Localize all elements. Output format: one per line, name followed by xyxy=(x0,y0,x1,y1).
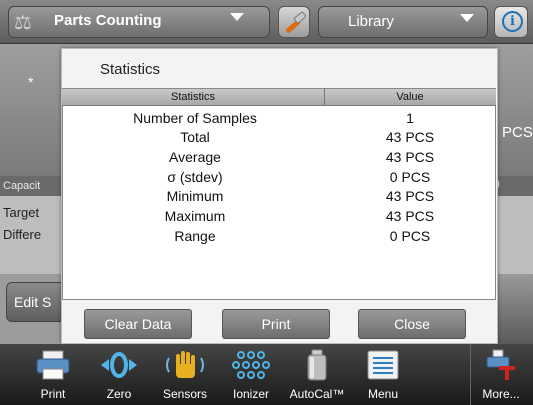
capacity-label: Capacit xyxy=(3,180,41,192)
close-button[interactable]: Close xyxy=(358,309,466,339)
row-value: 0 PCS xyxy=(389,228,431,244)
column-header-value: Value xyxy=(396,91,424,103)
ionizer-icon xyxy=(218,348,284,382)
edit-label: Edit S xyxy=(14,294,52,310)
sensors-toolbar-button[interactable]: Sensors xyxy=(152,344,218,405)
wrench-icon[interactable] xyxy=(278,6,310,38)
row-value: 0 PCS xyxy=(389,169,431,185)
row-value: 43 PCS xyxy=(385,149,435,165)
chevron-down-icon xyxy=(230,13,244,21)
menu-toolbar-button[interactable]: Menu xyxy=(350,344,416,405)
row-value: 43 PCS xyxy=(385,129,435,145)
column-header-statistics: Statistics xyxy=(170,91,215,103)
unit-label: PCS xyxy=(502,124,533,141)
parts-counting-icon: ⚖ xyxy=(14,12,32,34)
row-name: Average xyxy=(169,149,221,165)
print-toolbar-button[interactable]: Print xyxy=(20,344,86,405)
toolbar-label: Menu xyxy=(367,387,399,401)
hand-sensor-icon xyxy=(152,348,218,382)
info-icon: i xyxy=(502,11,523,32)
print-button[interactable]: Print xyxy=(222,309,330,339)
row-value: 43 PCS xyxy=(385,188,435,204)
stability-indicator: * xyxy=(28,74,34,90)
row-value: 1 xyxy=(406,110,414,126)
difference-label: Differe xyxy=(3,227,42,242)
row-name: Range xyxy=(174,228,216,244)
toolbar-label: Zero xyxy=(106,387,132,401)
toolbar-label: More... xyxy=(482,387,520,401)
row-name: σ (stdev) xyxy=(167,169,223,185)
printer-icon xyxy=(20,348,86,382)
chevron-down-icon xyxy=(460,14,474,22)
row-name: Minimum xyxy=(166,188,224,204)
toolbar-label: Print xyxy=(40,387,66,401)
dialog-title: Statistics xyxy=(100,61,161,78)
more-icon xyxy=(468,348,533,382)
row-name: Total xyxy=(180,129,210,145)
application-title: Parts Counting xyxy=(54,12,162,29)
calibration-weight-icon xyxy=(284,348,350,382)
autocal-toolbar-button[interactable]: AutoCal™ xyxy=(284,344,350,405)
ionizer-toolbar-button[interactable]: Ionizer xyxy=(218,344,284,405)
toolbar-label: Sensors xyxy=(162,387,208,401)
toolbar-label: AutoCal™ xyxy=(289,387,345,401)
zero-toolbar-button[interactable]: Zero xyxy=(86,344,152,405)
row-value: 43 PCS xyxy=(385,208,435,224)
library-selector[interactable] xyxy=(318,6,488,38)
side-panel xyxy=(496,274,533,344)
target-label: Target xyxy=(3,205,40,220)
menu-list-icon xyxy=(350,348,416,382)
zero-icon xyxy=(86,348,152,382)
library-label: Library xyxy=(348,13,394,30)
clear-data-button[interactable]: Clear Data xyxy=(84,309,192,339)
row-name: Maximum xyxy=(164,208,226,224)
more-toolbar-button[interactable]: More... xyxy=(468,344,533,405)
toolbar-label: Ionizer xyxy=(232,387,270,401)
row-name: Number of Samples xyxy=(133,110,257,126)
